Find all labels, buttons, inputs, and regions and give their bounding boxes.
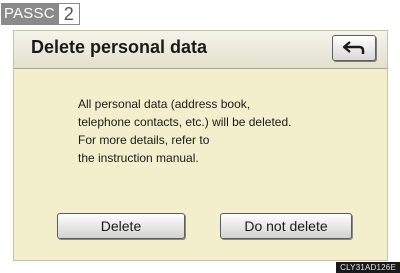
passenger-number: 2	[57, 3, 80, 25]
dialog-screen: Delete personal data All personal data (…	[13, 30, 388, 261]
do-not-delete-button[interactable]: Do not delete	[220, 213, 352, 239]
header-bar: Delete personal data	[14, 31, 387, 69]
passenger-label: PASSC	[1, 3, 58, 25]
deletion-message: All personal data (address book, telepho…	[78, 97, 292, 165]
delete-button[interactable]: Delete	[57, 213, 185, 239]
image-code: CLY31AD126E	[336, 262, 400, 273]
page-title: Delete personal data	[31, 37, 208, 57]
back-arrow-icon	[343, 41, 365, 54]
passenger-indicator: PASSC 2	[1, 3, 80, 25]
back-button[interactable]	[332, 35, 376, 61]
